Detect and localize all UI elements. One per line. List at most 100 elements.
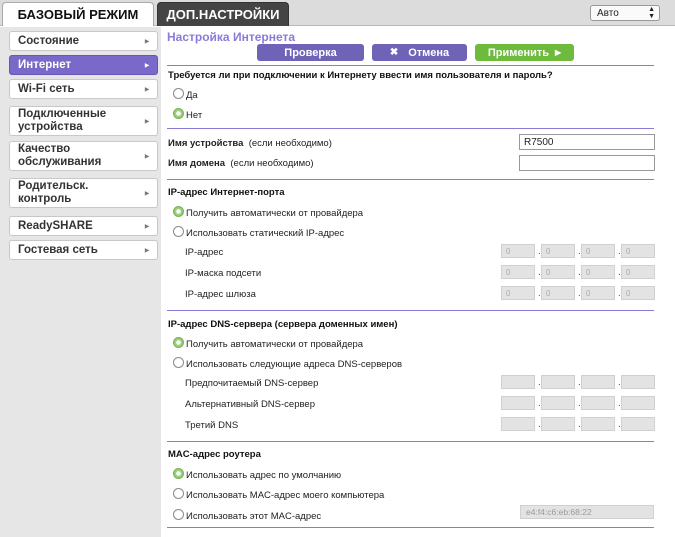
apply-button-label: Применить (487, 46, 550, 59)
third-dns-octet-2[interactable] (541, 417, 575, 431)
primary-dns-octet-2[interactable] (541, 375, 575, 389)
primary-dns-octet-4[interactable] (621, 375, 655, 389)
primary-dns-octet-3[interactable] (581, 375, 615, 389)
cancel-button[interactable]: ✖ Отмена (372, 44, 467, 61)
subnet-mask-octet-2[interactable]: 0 (541, 265, 575, 279)
radio-mac-computer-label: Использовать MAC-адрес моего компьютера (186, 490, 385, 501)
radio-mac-default[interactable] (173, 468, 184, 479)
page-title: Настройка Интернета (167, 30, 296, 44)
device-name-value: R7500 (524, 136, 554, 148)
cancel-button-label: Отмена (408, 46, 450, 59)
radio-login-yes-label: Да (186, 90, 198, 101)
ip-address-octet-1[interactable]: 0 (501, 244, 535, 258)
sidebar-item-label: Качество обслуживания (18, 143, 102, 168)
chevron-right-icon: ▸ (144, 151, 149, 161)
sidebar-item-label: ReadySHARE (18, 219, 93, 232)
third-dns-octet-4[interactable] (621, 417, 655, 431)
close-icon: ✖ (389, 47, 399, 58)
ip-section-title: IP-адрес Интернет-порта (168, 187, 285, 198)
sidebar-item-label: Состояние (18, 34, 80, 47)
gateway-label: IP-адрес шлюза (185, 289, 256, 300)
mac-address-input[interactable]: e4:f4:c6:eb:68:22 (520, 505, 654, 519)
ip-address-octet-2[interactable]: 0 (541, 244, 575, 258)
secondary-dns-octet-2[interactable] (541, 396, 575, 410)
domain-name-label: Имя домена (если необходимо) (168, 158, 314, 169)
radio-ip-auto-label: Получить автоматически от провайдера (186, 208, 364, 219)
subnet-mask-octet-3[interactable]: 0 (581, 265, 615, 279)
chevron-right-icon: ▸ (144, 221, 149, 231)
chevron-right-icon: ▸ (144, 188, 149, 198)
gateway-octet-2[interactable]: 0 (541, 286, 575, 300)
radio-mac-default-label: Использовать адрес по умолчанию (186, 470, 342, 481)
primary-dns-label: Предпочитаемый DNS-сервер (185, 378, 319, 389)
sidebar-item-status[interactable]: Состояние ▸ (9, 31, 158, 51)
subnet-mask-octet-1[interactable]: 0 (501, 265, 535, 279)
check-button-label: Проверка (284, 46, 337, 59)
sidebar-item-label: Подключенные устройства (18, 108, 107, 133)
divider (167, 179, 654, 180)
device-name-label: Имя устройства (если необходимо) (168, 138, 332, 149)
check-button[interactable]: Проверка (257, 44, 364, 61)
login-question: Требуется ли при подключении к Интернету… (168, 70, 553, 81)
subnet-mask-octet-4[interactable]: 0 (621, 265, 655, 279)
divider (167, 65, 654, 66)
sidebar-item-label: Интернет (18, 58, 72, 71)
divider (167, 441, 654, 442)
sidebar-item-wifi[interactable]: Wi-Fi сеть ▸ (9, 79, 158, 99)
gateway-octet-3[interactable]: 0 (581, 286, 615, 300)
tab-basic-mode[interactable]: БАЗОВЫЙ РЕЖИМ (2, 2, 154, 26)
radio-login-yes[interactable] (173, 88, 184, 99)
divider (167, 128, 654, 129)
secondary-dns-octet-3[interactable] (581, 396, 615, 410)
language-select[interactable]: Авто ▲ ▼ (590, 5, 660, 21)
divider (167, 527, 654, 528)
radio-mac-computer[interactable] (173, 488, 184, 499)
mac-section-title: MAC-адрес роутера (168, 449, 261, 460)
radio-ip-static[interactable] (173, 226, 184, 237)
sidebar-item-qos[interactable]: Качество обслуживания ▸ (9, 141, 158, 171)
gateway-octet-4[interactable]: 0 (621, 286, 655, 300)
third-dns-label: Третий DNS (185, 420, 239, 431)
radio-dns-manual[interactable] (173, 357, 184, 368)
language-select-value: Авто (597, 7, 619, 19)
radio-login-no[interactable] (173, 108, 184, 119)
ip-address-octet-4[interactable]: 0 (621, 244, 655, 258)
device-name-input[interactable]: R7500 (519, 134, 655, 150)
sidebar-item-attached-devices[interactable]: Подключенные устройства ▸ (9, 106, 158, 136)
sidebar-item-internet[interactable]: Интернет ▸ (9, 55, 158, 75)
secondary-dns-label: Альтернативный DNS-сервер (185, 399, 315, 410)
radio-dns-auto-label: Получить автоматически от провайдера (186, 339, 364, 350)
radio-mac-custom-label: Использовать этот MAC-адрес (186, 511, 322, 522)
primary-dns-octet-1[interactable] (501, 375, 535, 389)
subnet-mask-label: IP-маска подсети (185, 268, 262, 279)
chevron-right-icon: ▸ (144, 84, 149, 94)
device-name-hint: (если необходимо) (248, 138, 332, 149)
domain-name-input[interactable] (519, 155, 655, 171)
top-tab-bar: БАЗОВЫЙ РЕЖИМ ДОП.НАСТРОЙКИ Авто ▲ ▼ (0, 0, 675, 26)
third-dns-octet-3[interactable] (581, 417, 615, 431)
sidebar-item-parental-controls[interactable]: Родительск. контроль ▸ (9, 178, 158, 208)
secondary-dns-octet-1[interactable] (501, 396, 535, 410)
main-content: Настройка Интернета Проверка ✖ Отмена Пр… (165, 27, 675, 537)
gateway-octet-1[interactable]: 0 (501, 286, 535, 300)
sidebar-item-readyshare[interactable]: ReadySHARE ▸ (9, 216, 158, 236)
domain-name-hint: (если необходимо) (230, 158, 314, 169)
chevron-right-icon: ▸ (144, 36, 149, 46)
chevron-right-icon: ▸ (144, 245, 149, 255)
sidebar-item-label: Родительск. контроль (18, 180, 89, 205)
domain-name-label-text: Имя домена (168, 158, 226, 169)
radio-dns-auto[interactable] (173, 337, 184, 348)
radio-mac-custom[interactable] (173, 509, 184, 520)
ip-address-label: IP-адрес (185, 247, 224, 258)
radio-ip-auto[interactable] (173, 206, 184, 217)
radio-ip-static-label: Использовать статический IP-адрес (186, 228, 345, 239)
sidebar-item-label: Гостевая сеть (18, 243, 98, 256)
chevron-right-icon: ▸ (144, 116, 149, 126)
tab-advanced-settings[interactable]: ДОП.НАСТРОЙКИ (157, 2, 289, 26)
secondary-dns-octet-4[interactable] (621, 396, 655, 410)
third-dns-octet-1[interactable] (501, 417, 535, 431)
ip-address-octet-3[interactable]: 0 (581, 244, 615, 258)
sidebar-item-guest-network[interactable]: Гостевая сеть ▸ (9, 240, 158, 260)
chevron-right-icon: ▸ (144, 60, 149, 70)
apply-button[interactable]: Применить ▶ (475, 44, 574, 61)
